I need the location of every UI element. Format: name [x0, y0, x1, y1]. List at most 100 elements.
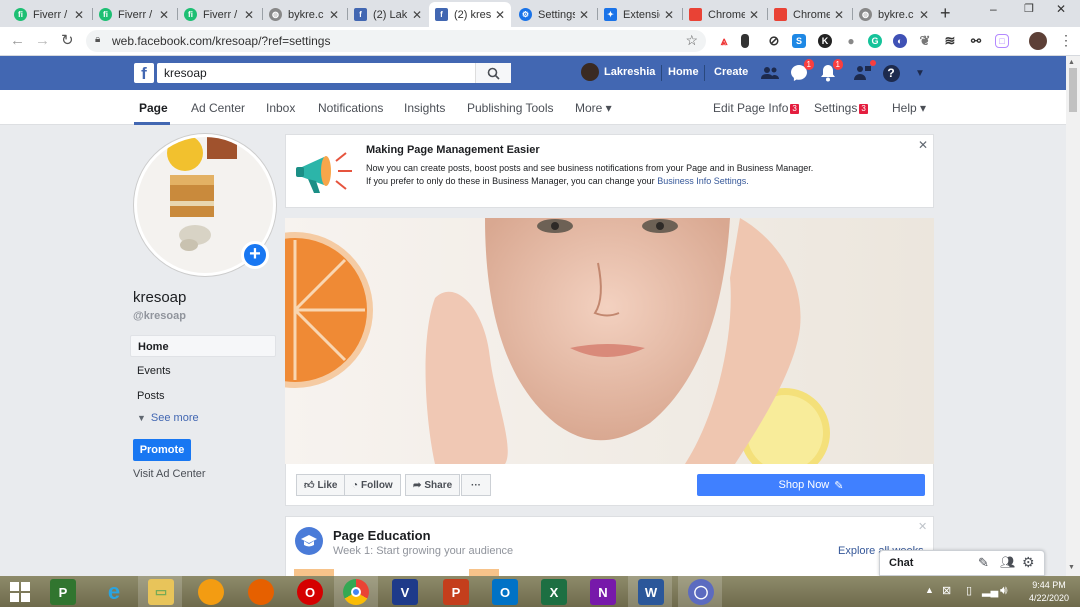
chrome-taskbar-icon[interactable]	[343, 579, 369, 605]
signal-icon[interactable]: ▂▄	[982, 584, 998, 597]
project-app-icon[interactable]: P	[50, 579, 76, 605]
notifications-bell-icon[interactable]: 1	[818, 59, 843, 83]
close-tab-icon[interactable]: ✕	[749, 8, 759, 22]
visit-ad-center-link[interactable]: Visit Ad Center	[133, 468, 206, 480]
browser-tab[interactable]: f (2) Lakr ✕	[348, 2, 428, 27]
follow-button[interactable]: ◔ Follow	[344, 474, 401, 496]
clock-date[interactable]: 4/22/2020	[1024, 593, 1074, 603]
close-tab-icon[interactable]: ✕	[579, 8, 589, 22]
volume-icon[interactable]: 🔊︎	[1000, 583, 1008, 598]
s-extension-icon[interactable]: S	[792, 34, 806, 48]
leaf-extension-icon[interactable]: ❦	[918, 33, 932, 48]
browser-tab[interactable]: ✦ Extensio ✕	[598, 2, 680, 27]
browser-tab[interactable]: fi Fiverr / ✕	[8, 2, 90, 27]
compose-icon[interactable]: ✎	[978, 555, 989, 571]
grammarly-extension-icon[interactable]: G	[868, 34, 882, 48]
add-photo-button[interactable]: +	[241, 241, 269, 269]
close-tab-icon[interactable]: ✕	[664, 8, 674, 22]
close-tab-icon[interactable]: ✕	[244, 8, 254, 22]
powerpoint-icon[interactable]: P	[443, 579, 469, 605]
firefox-icon[interactable]	[248, 579, 274, 605]
browser-menu-icon[interactable]: ⋮	[1059, 32, 1073, 49]
visio-app-icon[interactable]: V	[392, 579, 418, 605]
like-button[interactable]: 👍︎ Like	[296, 474, 346, 496]
user-avatar[interactable]	[581, 63, 599, 81]
friend-requests-icon[interactable]	[760, 63, 780, 83]
opera-icon[interactable]: O	[297, 579, 323, 605]
maximize-button[interactable]: ❐	[1024, 2, 1034, 15]
browser-tab[interactable]: ◍ bykre.c ✕	[853, 2, 935, 27]
shop-now-button[interactable]: Shop Now ✎	[697, 474, 925, 496]
messenger-icon[interactable]: 1	[789, 59, 814, 83]
tab-help[interactable]: Help ▾	[892, 101, 926, 115]
minimize-button[interactable]: –	[990, 2, 997, 16]
reload-icon[interactable]: ↻	[61, 31, 74, 49]
outlook-icon[interactable]: O	[492, 579, 518, 605]
home-link[interactable]: Home	[668, 66, 699, 78]
account-menu-chevron-icon[interactable]: ▼	[910, 63, 930, 83]
clock-time[interactable]: 9:44 PM	[1024, 580, 1074, 590]
page-scrollbar[interactable]: ▲ ▼	[1066, 56, 1080, 576]
sidebar-item-events[interactable]: Events	[130, 360, 276, 382]
browser-tab[interactable]: ⚙ Settings ✕	[513, 2, 595, 27]
bookmark-star-icon[interactable]: ☆	[685, 32, 698, 49]
tray-network-alert-icon[interactable]: ⊠	[942, 584, 951, 597]
battery-icon[interactable]: ▯	[966, 584, 972, 597]
k-extension-icon[interactable]: K	[818, 34, 832, 48]
browser-tab[interactable]: fi Fiverr / ✕	[178, 2, 260, 27]
close-tab-icon[interactable]: ✕	[159, 8, 169, 22]
mouse-extension-icon[interactable]	[741, 34, 749, 48]
link-extension-icon[interactable]: ⚯	[969, 34, 983, 48]
close-tab-icon[interactable]: ✕	[74, 8, 84, 22]
facebook-logo[interactable]: f	[134, 63, 154, 83]
sidebar-item-home[interactable]: Home	[130, 335, 276, 357]
close-notice-icon[interactable]: ✕	[918, 138, 928, 152]
share-button[interactable]: ➦ Share	[405, 474, 461, 496]
adobe-extension-icon[interactable]: ⩓	[717, 34, 731, 48]
word-icon[interactable]: W	[638, 579, 664, 605]
new-tab-button[interactable]: +	[940, 3, 951, 24]
more-options-button[interactable]: ···	[461, 474, 491, 496]
close-education-icon[interactable]: ✕	[918, 520, 927, 533]
tab-insights[interactable]: Insights	[404, 101, 445, 115]
search-button[interactable]	[475, 63, 511, 83]
tab-notifications[interactable]: Notifications	[318, 101, 383, 115]
screen-app-icon[interactable]: ◯	[688, 579, 714, 605]
tab-ad-center[interactable]: Ad Center	[191, 101, 245, 115]
half-circle-extension-icon[interactable]: ◐	[893, 34, 907, 48]
layers-extension-icon[interactable]: ≋	[943, 33, 957, 48]
close-tab-icon[interactable]: ✕	[412, 8, 422, 22]
back-arrow-icon[interactable]: ←	[10, 32, 25, 49]
business-info-settings-link[interactable]: Business Info Settings.	[657, 176, 749, 186]
cover-photo[interactable]	[285, 218, 934, 464]
tab-settings[interactable]: Settings 3	[814, 101, 868, 115]
user-name-link[interactable]: Lakreshia	[604, 66, 655, 78]
browser-tab[interactable]: ◍ bykre.c ✕	[263, 2, 345, 27]
close-window-button[interactable]: ✕	[1056, 2, 1066, 16]
tab-more[interactable]: More ▾	[575, 101, 612, 115]
create-link[interactable]: Create	[714, 66, 748, 78]
chat-settings-gear-icon[interactable]: ⚙	[1022, 554, 1035, 571]
browser-tab[interactable]: Chrome ✕	[768, 2, 850, 27]
chat-bar[interactable]: Chat ✎ 👥︎ ⚙	[879, 550, 1045, 576]
see-more-link[interactable]: ▼ See more	[137, 412, 199, 424]
windows-start-icon[interactable]	[10, 582, 30, 605]
circle-extension-icon[interactable]: ●	[844, 34, 858, 48]
browser-tab-active[interactable]: f (2) kres ✕	[429, 2, 511, 27]
sun-app-icon[interactable]	[198, 579, 224, 605]
scrollbar-thumb[interactable]	[1069, 68, 1077, 112]
sidebar-item-posts[interactable]: Posts	[130, 385, 276, 407]
file-explorer-icon[interactable]: ▭	[148, 579, 174, 605]
forward-arrow-icon[interactable]: →	[35, 32, 50, 49]
close-tab-icon[interactable]: ✕	[919, 8, 929, 22]
internet-explorer-icon[interactable]: e	[101, 579, 127, 605]
promote-button[interactable]: Promote	[133, 439, 191, 461]
square-extension-icon[interactable]: □	[995, 34, 1009, 48]
contacts-icon[interactable]: 👥︎	[1000, 555, 1015, 569]
address-bar[interactable]: 🔒︎ web.facebook.com/kresoap/?ref=setting…	[86, 30, 706, 52]
browser-tab[interactable]: fi Fiverr / ✕	[93, 2, 175, 27]
excel-icon[interactable]: X	[541, 579, 567, 605]
block-extension-icon[interactable]: ⊘	[767, 33, 781, 48]
close-tab-icon[interactable]: ✕	[495, 8, 505, 22]
onenote-icon[interactable]: N	[590, 579, 616, 605]
